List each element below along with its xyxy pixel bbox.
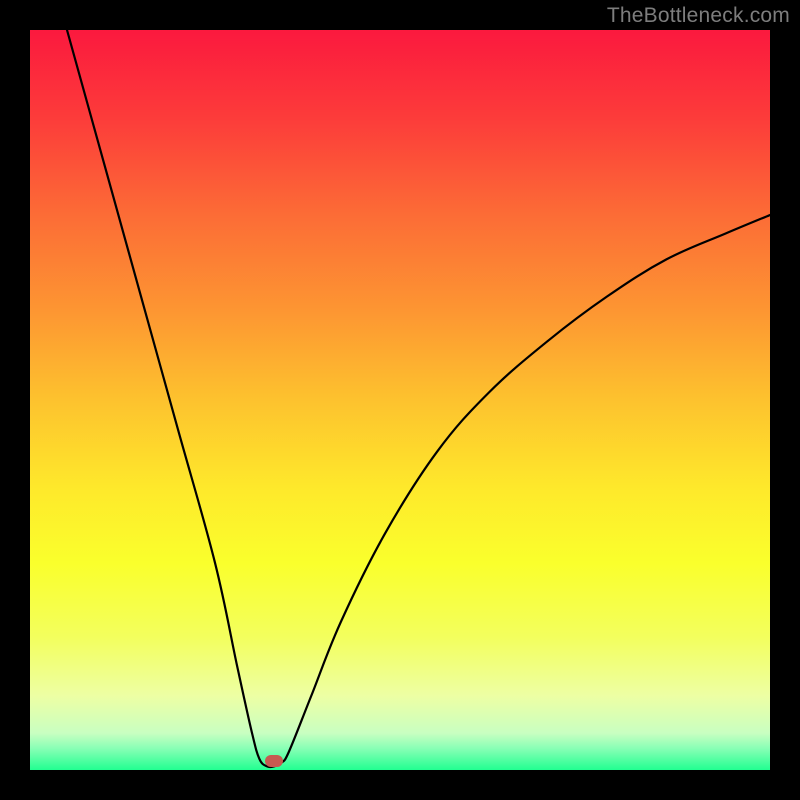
chart-frame: TheBottleneck.com: [0, 0, 800, 800]
watermark-text: TheBottleneck.com: [607, 4, 790, 28]
minimum-marker: [265, 755, 283, 767]
plot-area: [30, 30, 770, 770]
bottleneck-curve: [30, 30, 770, 770]
